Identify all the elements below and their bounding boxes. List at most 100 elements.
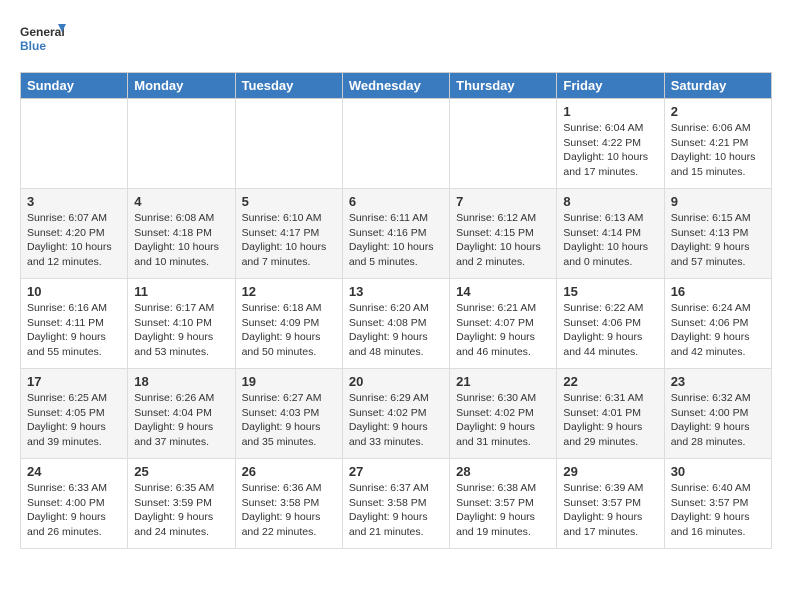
- day-header-wednesday: Wednesday: [342, 73, 449, 99]
- day-info: Sunrise: 6:29 AM Sunset: 4:02 PM Dayligh…: [349, 391, 443, 450]
- day-header-sunday: Sunday: [21, 73, 128, 99]
- day-info: Sunrise: 6:35 AM Sunset: 3:59 PM Dayligh…: [134, 481, 228, 540]
- calendar-cell: 11Sunrise: 6:17 AM Sunset: 4:10 PM Dayli…: [128, 279, 235, 369]
- calendar-cell: 15Sunrise: 6:22 AM Sunset: 4:06 PM Dayli…: [557, 279, 664, 369]
- day-number: 28: [456, 464, 550, 479]
- calendar-cell: 4Sunrise: 6:08 AM Sunset: 4:18 PM Daylig…: [128, 189, 235, 279]
- calendar-cell: 14 Sunrise: 6:21 AM Sunset: 4:07 PM Dayli…: [450, 279, 557, 369]
- day-number: 13: [349, 284, 443, 299]
- calendar-week-4: 17 Sunrise: 6:25 AM Sunset: 4:05 PM Dayli…: [21, 369, 772, 459]
- calendar-cell: 29 Sunrise: 6:39 AM Sunset: 3:57 PM Dayli…: [557, 459, 664, 549]
- logo-svg: General Blue: [20, 20, 68, 62]
- calendar-cell: 17 Sunrise: 6:25 AM Sunset: 4:05 PM Dayli…: [21, 369, 128, 459]
- day-info: Sunrise: 6:04 AM Sunset: 4:22 PM Dayligh…: [563, 121, 657, 180]
- day-number: 2: [671, 104, 765, 119]
- calendar-cell: 2 Sunrise: 6:06 AM Sunset: 4:21 PM Daylig…: [664, 99, 771, 189]
- day-info: Sunrise: 6:32 AM Sunset: 4:00 PM Dayligh…: [671, 391, 765, 450]
- calendar-cell: 19 Sunrise: 6:27 AM Sunset: 4:03 PM Dayli…: [235, 369, 342, 459]
- calendar-cell: 21 Sunrise: 6:30 AM Sunset: 4:02 PM Dayli…: [450, 369, 557, 459]
- day-info: Sunrise: 6:18 AM Sunset: 4:09 PM Dayligh…: [242, 301, 336, 360]
- day-number: 9: [671, 194, 765, 209]
- svg-text:Blue: Blue: [20, 39, 46, 53]
- calendar-cell: 8 Sunrise: 6:13 AM Sunset: 4:14 PM Daylig…: [557, 189, 664, 279]
- calendar-cell: 9 Sunrise: 6:15 AM Sunset: 4:13 PM Daylig…: [664, 189, 771, 279]
- calendar-cell: 18Sunrise: 6:26 AM Sunset: 4:04 PM Dayli…: [128, 369, 235, 459]
- day-number: 8: [563, 194, 657, 209]
- calendar-cell: 27 Sunrise: 6:37 AM Sunset: 3:58 PM Dayli…: [342, 459, 449, 549]
- day-info: Sunrise: 6:07 AM Sunset: 4:20 PM Dayligh…: [27, 211, 121, 270]
- calendar-cell: [21, 99, 128, 189]
- day-info: Sunrise: 6:39 AM Sunset: 3:57 PM Dayligh…: [563, 481, 657, 540]
- calendar-cell: 23 Sunrise: 6:32 AM Sunset: 4:00 PM Dayli…: [664, 369, 771, 459]
- day-number: 26: [242, 464, 336, 479]
- day-number: 27: [349, 464, 443, 479]
- day-info: Sunrise: 6:37 AM Sunset: 3:58 PM Dayligh…: [349, 481, 443, 540]
- day-number: 12: [242, 284, 336, 299]
- day-header-thursday: Thursday: [450, 73, 557, 99]
- day-header-friday: Friday: [557, 73, 664, 99]
- day-number: 6: [349, 194, 443, 209]
- day-info: Sunrise: 6:40 AM Sunset: 3:57 PM Dayligh…: [671, 481, 765, 540]
- day-number: 3: [27, 194, 121, 209]
- day-number: 19: [242, 374, 336, 389]
- calendar-cell: 3 Sunrise: 6:07 AM Sunset: 4:20 PM Daylig…: [21, 189, 128, 279]
- day-header-tuesday: Tuesday: [235, 73, 342, 99]
- day-number: 10: [27, 284, 121, 299]
- day-info: Sunrise: 6:33 AM Sunset: 4:00 PM Dayligh…: [27, 481, 121, 540]
- day-number: 22: [563, 374, 657, 389]
- day-info: Sunrise: 6:31 AM Sunset: 4:01 PM Dayligh…: [563, 391, 657, 450]
- calendar-cell: 24 Sunrise: 6:33 AM Sunset: 4:00 PM Dayli…: [21, 459, 128, 549]
- day-number: 11: [134, 284, 228, 299]
- calendar-cell: 7Sunrise: 6:12 AM Sunset: 4:15 PM Daylig…: [450, 189, 557, 279]
- calendar-table: SundayMondayTuesdayWednesdayThursdayFrid…: [20, 72, 772, 549]
- day-info: Sunrise: 6:20 AM Sunset: 4:08 PM Dayligh…: [349, 301, 443, 360]
- calendar-header-row: SundayMondayTuesdayWednesdayThursdayFrid…: [21, 73, 772, 99]
- calendar-cell: 13 Sunrise: 6:20 AM Sunset: 4:08 PM Dayli…: [342, 279, 449, 369]
- calendar-week-5: 24 Sunrise: 6:33 AM Sunset: 4:00 PM Dayli…: [21, 459, 772, 549]
- calendar-cell: 10 Sunrise: 6:16 AM Sunset: 4:11 PM Dayli…: [21, 279, 128, 369]
- day-info: Sunrise: 6:25 AM Sunset: 4:05 PM Dayligh…: [27, 391, 121, 450]
- day-info: Sunrise: 6:10 AM Sunset: 4:17 PM Dayligh…: [242, 211, 336, 270]
- calendar-cell: 12 Sunrise: 6:18 AM Sunset: 4:09 PM Dayli…: [235, 279, 342, 369]
- day-info: Sunrise: 6:15 AM Sunset: 4:13 PM Dayligh…: [671, 211, 765, 270]
- day-number: 17: [27, 374, 121, 389]
- day-info: Sunrise: 6:27 AM Sunset: 4:03 PM Dayligh…: [242, 391, 336, 450]
- svg-text:General: General: [20, 25, 65, 39]
- calendar-cell: 1Sunrise: 6:04 AM Sunset: 4:22 PM Daylig…: [557, 99, 664, 189]
- day-info: Sunrise: 6:16 AM Sunset: 4:11 PM Dayligh…: [27, 301, 121, 360]
- day-info: Sunrise: 6:11 AM Sunset: 4:16 PM Dayligh…: [349, 211, 443, 270]
- calendar-cell: 6 Sunrise: 6:11 AM Sunset: 4:16 PM Daylig…: [342, 189, 449, 279]
- day-number: 5: [242, 194, 336, 209]
- day-info: Sunrise: 6:36 AM Sunset: 3:58 PM Dayligh…: [242, 481, 336, 540]
- day-info: Sunrise: 6:06 AM Sunset: 4:21 PM Dayligh…: [671, 121, 765, 180]
- day-info: Sunrise: 6:24 AM Sunset: 4:06 PM Dayligh…: [671, 301, 765, 360]
- day-header-saturday: Saturday: [664, 73, 771, 99]
- calendar-cell: [342, 99, 449, 189]
- day-info: Sunrise: 6:21 AM Sunset: 4:07 PM Dayligh…: [456, 301, 550, 360]
- calendar-cell: 25Sunrise: 6:35 AM Sunset: 3:59 PM Dayli…: [128, 459, 235, 549]
- day-header-monday: Monday: [128, 73, 235, 99]
- day-number: 21: [456, 374, 550, 389]
- day-number: 30: [671, 464, 765, 479]
- day-number: 20: [349, 374, 443, 389]
- day-info: Sunrise: 6:30 AM Sunset: 4:02 PM Dayligh…: [456, 391, 550, 450]
- calendar-week-2: 3 Sunrise: 6:07 AM Sunset: 4:20 PM Daylig…: [21, 189, 772, 279]
- day-number: 7: [456, 194, 550, 209]
- calendar-cell: [450, 99, 557, 189]
- calendar-cell: 26 Sunrise: 6:36 AM Sunset: 3:58 PM Dayli…: [235, 459, 342, 549]
- day-number: 16: [671, 284, 765, 299]
- page-header: General Blue: [20, 20, 772, 62]
- day-info: Sunrise: 6:22 AM Sunset: 4:06 PM Dayligh…: [563, 301, 657, 360]
- calendar-cell: 20 Sunrise: 6:29 AM Sunset: 4:02 PM Dayli…: [342, 369, 449, 459]
- day-number: 23: [671, 374, 765, 389]
- day-number: 29: [563, 464, 657, 479]
- day-info: Sunrise: 6:38 AM Sunset: 3:57 PM Dayligh…: [456, 481, 550, 540]
- day-number: 14: [456, 284, 550, 299]
- day-number: 4: [134, 194, 228, 209]
- day-info: Sunrise: 6:26 AM Sunset: 4:04 PM Dayligh…: [134, 391, 228, 450]
- calendar-cell: 5 Sunrise: 6:10 AM Sunset: 4:17 PM Daylig…: [235, 189, 342, 279]
- day-info: Sunrise: 6:13 AM Sunset: 4:14 PM Dayligh…: [563, 211, 657, 270]
- logo: General Blue: [20, 20, 68, 62]
- calendar-week-3: 10 Sunrise: 6:16 AM Sunset: 4:11 PM Dayli…: [21, 279, 772, 369]
- day-number: 24: [27, 464, 121, 479]
